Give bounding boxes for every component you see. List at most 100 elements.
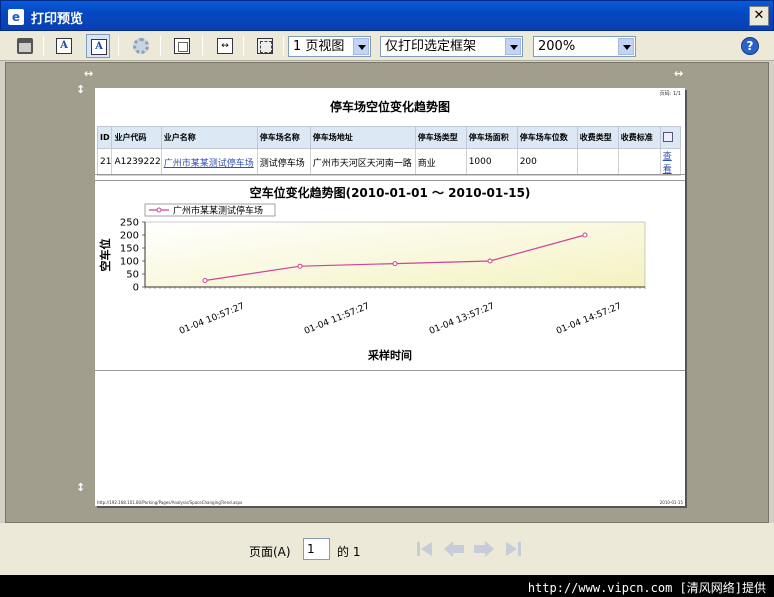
toolbar-separator [118, 36, 119, 56]
page-navigation: 页面(A) 1 的 1 [0, 523, 774, 575]
page-number: 页码: 1/1 [659, 91, 681, 97]
x-tick-label: 01-04 10:57:27 [178, 302, 246, 337]
table-cell: 广州市天河区天河南一路 [309, 148, 416, 176]
zoom-select[interactable]: 200% [533, 36, 636, 57]
column-header: 停车场地址 [309, 126, 416, 149]
legend-marker [156, 207, 162, 213]
frame-option-value: 仅打印选定框架 [385, 39, 477, 54]
window-title: 打印预览 [31, 12, 84, 27]
page-number-input[interactable]: 1 [303, 538, 330, 560]
landscape-button[interactable]: A [86, 34, 110, 58]
table-cell: 200 [516, 148, 578, 176]
headers-footers-button[interactable] [170, 34, 194, 58]
y-tick-label: 50 [126, 270, 139, 281]
column-header: 业户名称 [160, 126, 258, 149]
margin-handle-icon[interactable]: ↕ [76, 482, 85, 493]
last-page-button[interactable] [502, 539, 524, 559]
trend-chart-svg: 空车位变化趋势图(2010-01-01 ～ 2010-01-15) 0 50 100 1… [98, 185, 646, 362]
table-cell [576, 148, 619, 176]
chart-title: 空车位变化趋势图(2010-01-01 ～ 2010-01-15) [250, 185, 531, 200]
margin-handle-icon[interactable]: ↕ [76, 84, 85, 95]
toolbar-separator [202, 36, 203, 56]
toolbar-separator [43, 36, 44, 56]
view-mode-value: 1 页视图 [293, 39, 345, 54]
column-header: ID [96, 126, 113, 149]
portrait-button[interactable]: A [52, 34, 76, 58]
column-header [659, 126, 682, 149]
trend-chart: 空车位变化趋势图(2010-01-01 ～ 2010-01-15) 0 50 100 1… [95, 180, 685, 370]
whole-page-button[interactable] [253, 34, 277, 58]
table-cell: 商业 [414, 148, 467, 176]
page-total: 的 1 [337, 545, 361, 559]
margin-handle-icon[interactable]: ↔ [84, 68, 93, 79]
table-cell: A1239222 [111, 148, 162, 176]
page-date: 2010-01-15 [659, 500, 683, 505]
column-header: 收费标准 [617, 126, 661, 149]
whole-page-icon [257, 38, 273, 54]
margin-handle-icon[interactable]: ↔ [674, 68, 683, 79]
frame-option-select[interactable]: 仅打印选定框架 [380, 36, 523, 57]
owner-name-link[interactable]: 广州市某某测试停车场 [164, 159, 254, 169]
column-header: 停车场面积 [465, 126, 518, 149]
chevron-down-icon[interactable] [618, 38, 634, 55]
table-cell [617, 148, 661, 176]
chevron-down-icon[interactable] [505, 38, 521, 55]
arrow-left-icon [444, 541, 464, 557]
toolbar-separator [283, 36, 284, 56]
y-axis-label: 空车位 [98, 239, 112, 272]
y-tick-label: 250 [120, 218, 139, 229]
first-page-button[interactable] [414, 539, 436, 559]
page-label: 页面(A) [249, 545, 291, 559]
ie-icon: e [8, 9, 24, 25]
x-tick-label: 01-04 13:57:27 [428, 302, 496, 337]
gear-icon [133, 38, 149, 54]
print-button[interactable] [13, 34, 37, 58]
toolbar: A A ↔ 1 页视图 仅打印选定框架 200% [0, 31, 774, 61]
data-point [297, 263, 303, 269]
data-point [487, 258, 493, 264]
close-button[interactable]: ✕ [749, 6, 769, 26]
page-setup-button[interactable] [129, 34, 153, 58]
table-cell: 查看 [659, 148, 682, 176]
table-header-row: ID 业户代码 业户名称 停车场名称 停车场地址 停车场类型 停车场面积 停车场… [96, 126, 682, 149]
zoom-value: 200% [538, 39, 576, 54]
view-mode-select[interactable]: 1 页视图 [288, 36, 371, 57]
table-cell: 1000 [465, 148, 518, 176]
table-row: 21 A1239222 广州市某某测试停车场 测试停车场 广州市天河区天河南一路… [96, 148, 682, 176]
x-axis-label: 采样时间 [367, 348, 412, 362]
title-bar: e 打印预览 ✕ [0, 0, 774, 31]
column-header: 业户代码 [111, 126, 162, 149]
help-icon[interactable]: ? [741, 37, 759, 55]
y-tick-label: 150 [120, 244, 139, 255]
column-header: 收费类型 [576, 126, 619, 149]
printer-icon [17, 38, 33, 54]
page-width-button[interactable]: ↔ [213, 34, 237, 58]
x-tick-label: 01-04 14:57:27 [555, 302, 623, 337]
x-tick-label: 01-04 11:57:27 [303, 302, 371, 337]
toolbar-separator [243, 36, 244, 56]
last-page-icon [506, 542, 521, 556]
y-tick-label: 100 [120, 257, 139, 268]
plot-area [144, 221, 646, 288]
chevron-down-icon[interactable] [353, 38, 369, 55]
table-cell: 21 [96, 148, 113, 176]
page-width-icon: ↔ [217, 38, 233, 54]
page-url: http://192.168.101.80/Parking/Pages/Anal… [97, 500, 243, 505]
data-point [582, 232, 588, 238]
footer-bar: http://www.vipcn.com [清风网络]提供 [0, 575, 774, 597]
arrow-right-icon [474, 541, 494, 557]
toolbar-separator [160, 36, 161, 56]
edit-icon [662, 131, 673, 142]
landscape-icon: A [91, 39, 107, 55]
view-link[interactable]: 查看 [663, 152, 672, 175]
next-page-button[interactable] [472, 539, 494, 559]
header-footer-icon [174, 38, 190, 54]
table-cell: 广州市某某测试停车场 [160, 148, 258, 176]
parking-info-table: ID 业户代码 业户名称 停车场名称 停车场地址 停车场类型 停车场面积 停车场… [96, 126, 682, 176]
data-point [392, 261, 398, 267]
footer-credit: http://www.vipcn.com [清风网络]提供 [527, 581, 766, 595]
portrait-icon: A [56, 38, 72, 54]
y-tick-label: 0 [133, 283, 139, 294]
divider [95, 174, 685, 175]
previous-page-button[interactable] [442, 539, 464, 559]
